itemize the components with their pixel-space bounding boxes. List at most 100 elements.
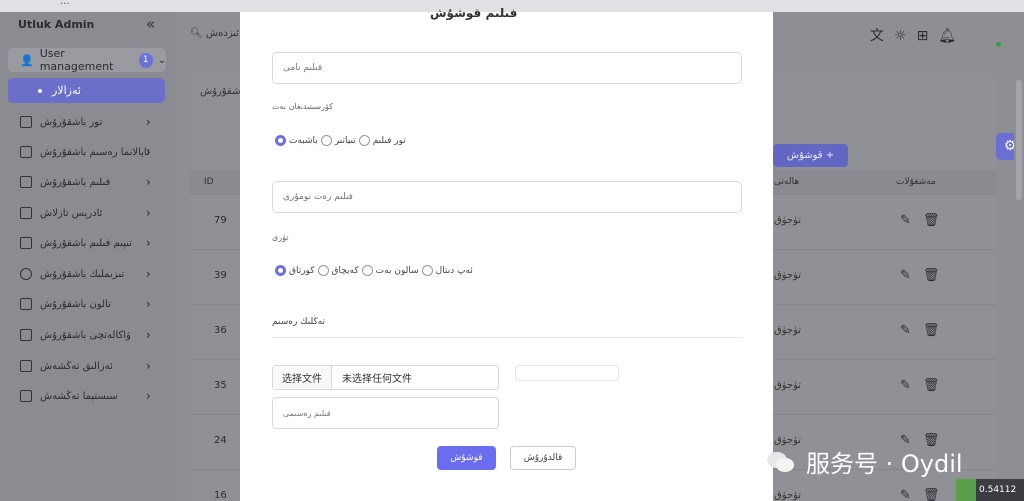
radio-homepage[interactable] — [275, 135, 286, 146]
radio-type-4-label: ئەپ دىتال — [435, 265, 473, 276]
radio-homepage-label: باشبەت — [289, 135, 318, 146]
radio-theater-label: تىياتىر — [334, 135, 356, 146]
row-status: تۈجۈق — [774, 490, 802, 501]
radio-theater[interactable] — [320, 135, 332, 146]
translate-icon[interactable]: 文 — [870, 28, 894, 44]
theme-icon[interactable]: ☼ — [894, 28, 917, 44]
sidebar-item-agents[interactable]: ۋاكالەتچى باشقۇرۇش › — [0, 323, 176, 347]
radio-type-1-label: كورتاق — [289, 265, 315, 276]
row-status: تۈجۈق — [774, 215, 802, 226]
sidebar-item-label: تور باشقۇرۇش — [40, 116, 103, 128]
modal-title: فىلىم قوشۇش — [430, 6, 518, 20]
brand-title: Utluk Admin — [18, 18, 95, 31]
list-icon — [20, 268, 32, 280]
delete-icon[interactable]: 🗑︎ — [923, 488, 952, 501]
delete-icon[interactable]: 🗑︎ — [923, 268, 952, 283]
edit-icon[interactable]: ✎ — [900, 323, 923, 338]
search-placeholder: ئىزدەش — [205, 28, 240, 39]
sidebar-item-label: ئەزالىق تەڭشەش — [40, 360, 113, 372]
chevron-right-icon: › — [146, 297, 151, 311]
edit-icon[interactable]: ✎ — [900, 378, 923, 393]
cancel-button[interactable]: قالدۇرۇش — [510, 446, 576, 470]
user-management-label: User management — [39, 47, 114, 73]
row-id: 36 — [214, 325, 227, 336]
chevron-right-icon: › — [146, 328, 151, 342]
edit-icon[interactable]: ✎ — [900, 213, 923, 228]
sidebar-item-membership[interactable]: ئەزالىق تەڭشەش › — [0, 354, 176, 378]
user-management-badge: 1 — [138, 52, 153, 68]
corner-value: 0.54112 — [979, 485, 1017, 495]
bell-icon[interactable]: 🔔︎ — [938, 28, 966, 44]
show-page-radio-group: باشبەت تىياتىر تور فىلىم — [272, 135, 406, 146]
save-button[interactable]: قوشۇش — [437, 446, 496, 470]
chevron-down-icon: ⌄ — [157, 54, 166, 66]
chevron-right-icon: › — [146, 175, 151, 189]
file-icon — [20, 237, 32, 249]
edit-icon[interactable]: ✎ — [900, 488, 923, 501]
collapse-sidebar-icon[interactable]: « — [146, 15, 155, 33]
scrollbar-thumb[interactable] — [1016, 80, 1022, 200]
flask-icon — [20, 329, 32, 341]
sidebar-item-members[interactable]: ئەزالار — [8, 78, 165, 103]
sidebar-item-label: تىزىملىك باشقۇرۇش — [40, 268, 125, 280]
sidebar-item-films[interactable]: فىلىم باشقۇرۇش › — [0, 170, 176, 194]
row-id: 79 — [214, 215, 227, 226]
delete-icon[interactable]: 🗑︎ — [923, 213, 952, 228]
chevron-right-icon: › — [146, 206, 151, 220]
scrollbar[interactable] — [1014, 60, 1024, 501]
poster-input[interactable]: فىلىم رەسىمى — [272, 397, 499, 429]
watermark-text: 服务号 · Oydil — [806, 450, 963, 478]
sidebar-item-film-type[interactable]: تىپىم فىلىم باشقۇرۇش › — [0, 231, 176, 255]
sidebar-item-list[interactable]: تىزىملىك باشقۇرۇش › — [0, 262, 176, 286]
search-icon: 🔍︎ — [190, 28, 203, 39]
row-status: تۈجۈق — [774, 380, 802, 391]
sidebar-item-label: ئايالانما رەسىم باشقۇرۇش — [40, 146, 150, 158]
sidebar-item-label: ۋاكالەتچى باشقۇرۇش — [40, 329, 131, 341]
sidebar-item-carousel[interactable]: ئايالانما رەسىم باشقۇرۇش › — [0, 140, 176, 164]
sidebar-item-label: سىستېما تەڭشەش — [40, 390, 118, 402]
radio-type-1[interactable] — [275, 265, 286, 276]
file-icon — [20, 207, 32, 219]
choose-file-button[interactable]: 选择文件 — [273, 366, 332, 389]
sidebar-item-label: فىلىم باشقۇرۇش — [40, 176, 111, 188]
chevron-right-icon: › — [146, 389, 151, 403]
column-status: ھالەتى — [774, 177, 800, 187]
row-id: 35 — [214, 380, 227, 391]
image-preview-box — [515, 365, 619, 381]
sidebar-item-system[interactable]: سىستېما تەڭشەش › — [0, 384, 176, 408]
radio-online[interactable] — [358, 135, 370, 146]
radio-type-2[interactable] — [317, 265, 329, 276]
edit-icon[interactable]: ✎ — [900, 268, 923, 283]
sidebar-item-label: تالون باشقۇرۇش — [40, 298, 111, 310]
film-name-input[interactable]: فىلىم نامى — [272, 52, 742, 84]
row-status: تۈجۈق — [774, 270, 802, 281]
delete-icon[interactable]: 🗑︎ — [923, 378, 952, 393]
show-page-label: كۆرسىتىدىغان بەت — [272, 102, 333, 111]
add-button[interactable]: قوشۇش + — [773, 144, 848, 167]
no-file-chosen-text: 未选择任何文件 — [342, 374, 412, 385]
user-management-menu[interactable]: 👤 User management 1 ⌄ — [8, 47, 166, 73]
sidebar: Utluk Admin « 👤 User management 1 ⌄ ئەزا… — [0, 12, 176, 501]
radio-online-label: تور فىلىم — [372, 135, 406, 146]
file-upload-input[interactable]: 选择文件 未选择任何文件 — [272, 365, 499, 390]
sidebar-item-network[interactable]: تور باشقۇرۇش › — [0, 110, 176, 134]
film-number-input[interactable]: فىلىم رەت نومۇرى — [272, 181, 742, 213]
grid-add-icon[interactable]: ⊞ — [917, 28, 939, 44]
delete-icon[interactable]: 🗑︎ — [923, 323, 952, 338]
address-bar[interactable]: ... — [60, 0, 70, 7]
type-radio-group: كورتاق كەيچاق سالون بەت ئەپ دىتال — [272, 265, 473, 276]
radio-type-4[interactable] — [421, 265, 433, 276]
sidebar-item-address[interactable]: ئادرېس تازلاش › — [0, 201, 176, 225]
sidebar-item-coupons[interactable]: تالون باشقۇرۇش › — [0, 292, 176, 316]
row-status: تۈجۈق — [774, 325, 802, 336]
online-status-dot — [996, 42, 1001, 47]
watermark: 服务号 · Oydil — [766, 444, 963, 479]
radio-type-3[interactable] — [361, 265, 373, 276]
leaf-icon — [956, 479, 976, 501]
sidebar-item-label: تىپىم فىلىم باشقۇرۇش — [40, 237, 132, 249]
chevron-right-icon: › — [146, 115, 151, 129]
add-film-modal: فىلىم قوشۇش فىلىم نامى كۆرسىتىدىغان بەت … — [240, 6, 773, 501]
search-box[interactable]: 🔍︎ ئىزدەش — [190, 28, 239, 39]
sidebar-item-label: ئادرېس تازلاش — [40, 207, 103, 219]
corner-widget: 0.54112 — [956, 479, 1024, 501]
